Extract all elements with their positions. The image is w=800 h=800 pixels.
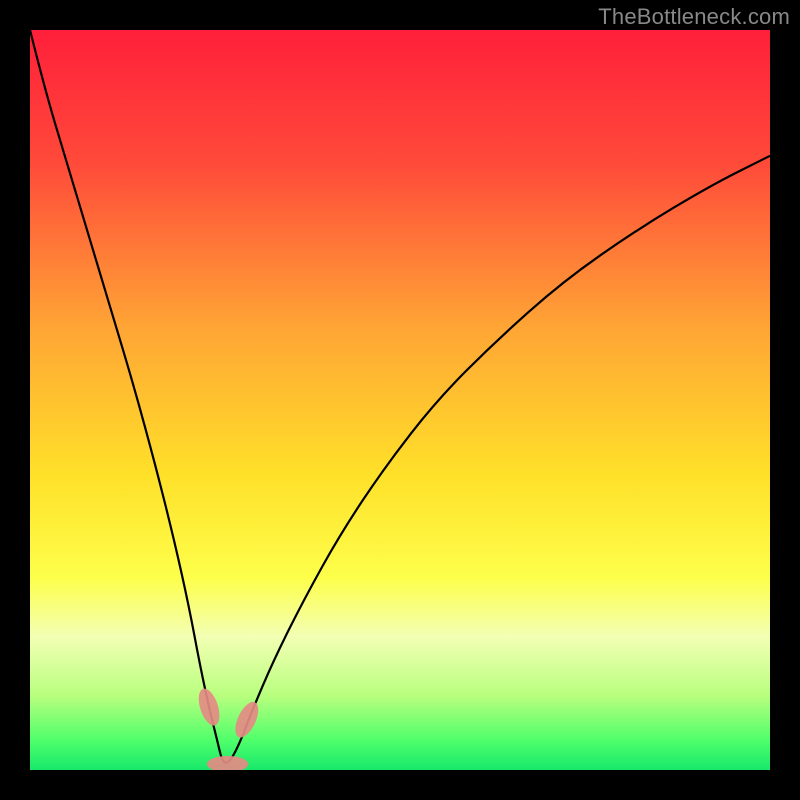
chart-svg bbox=[30, 30, 770, 770]
gradient-background bbox=[30, 30, 770, 770]
watermark-text: TheBottleneck.com bbox=[598, 4, 790, 30]
plot-area bbox=[30, 30, 770, 770]
chart-frame: TheBottleneck.com bbox=[0, 0, 800, 800]
